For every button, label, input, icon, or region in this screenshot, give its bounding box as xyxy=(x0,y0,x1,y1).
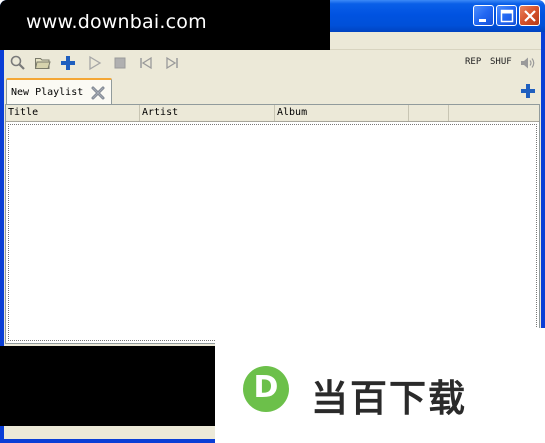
tab-bar: New Playlist xyxy=(4,76,541,105)
repeat-toggle[interactable]: REP xyxy=(465,57,481,67)
close-icon xyxy=(524,10,536,22)
add-icon xyxy=(61,56,75,70)
playlist-panel: Title Artist Album xyxy=(5,104,540,344)
column-header: Title Artist Album xyxy=(6,105,539,122)
column-extra[interactable] xyxy=(409,105,449,121)
tab-new-playlist[interactable]: New Playlist xyxy=(6,78,112,105)
maximize-button[interactable] xyxy=(496,5,517,26)
add-button[interactable] xyxy=(59,54,77,72)
column-album[interactable]: Album xyxy=(275,105,409,121)
minimize-button[interactable] xyxy=(473,5,494,26)
toolbar: REP SHUF xyxy=(4,51,541,75)
open-folder-button[interactable] xyxy=(34,54,52,72)
stop-button[interactable] xyxy=(111,54,129,72)
previous-icon xyxy=(140,56,152,70)
search-button[interactable] xyxy=(9,54,27,72)
tab-label: New Playlist xyxy=(11,87,84,98)
next-icon xyxy=(166,56,178,70)
logo-text: 当百下载 xyxy=(311,377,467,420)
search-icon xyxy=(10,55,25,70)
watermark-text: www.downbai.com xyxy=(26,11,207,33)
previous-button[interactable] xyxy=(137,54,155,72)
volume-icon xyxy=(521,57,535,69)
maximize-icon xyxy=(500,9,514,23)
overlay-black-box xyxy=(0,346,215,426)
close-button[interactable] xyxy=(519,5,540,26)
volume-button[interactable] xyxy=(519,54,537,72)
minimize-icon xyxy=(479,19,486,22)
column-title[interactable]: Title xyxy=(6,105,140,121)
folder-open-icon xyxy=(34,58,51,69)
logo-overlay: D 当百下载 xyxy=(215,328,545,443)
app-window: REP SHUF New Playlist Title Artist Album… xyxy=(0,0,545,443)
logo-letter: D xyxy=(253,370,279,405)
playlist-list[interactable] xyxy=(8,124,537,341)
play-button[interactable] xyxy=(86,54,104,72)
next-button[interactable] xyxy=(163,54,181,72)
logo-badge: D xyxy=(243,366,289,412)
shuffle-toggle[interactable]: SHUF xyxy=(490,57,512,67)
stop-icon xyxy=(114,57,126,69)
add-tab-icon[interactable] xyxy=(520,83,536,99)
close-tab-icon[interactable] xyxy=(90,85,106,101)
play-icon xyxy=(89,55,102,71)
column-artist[interactable]: Artist xyxy=(140,105,275,121)
watermark-banner: www.downbai.com xyxy=(0,0,330,50)
